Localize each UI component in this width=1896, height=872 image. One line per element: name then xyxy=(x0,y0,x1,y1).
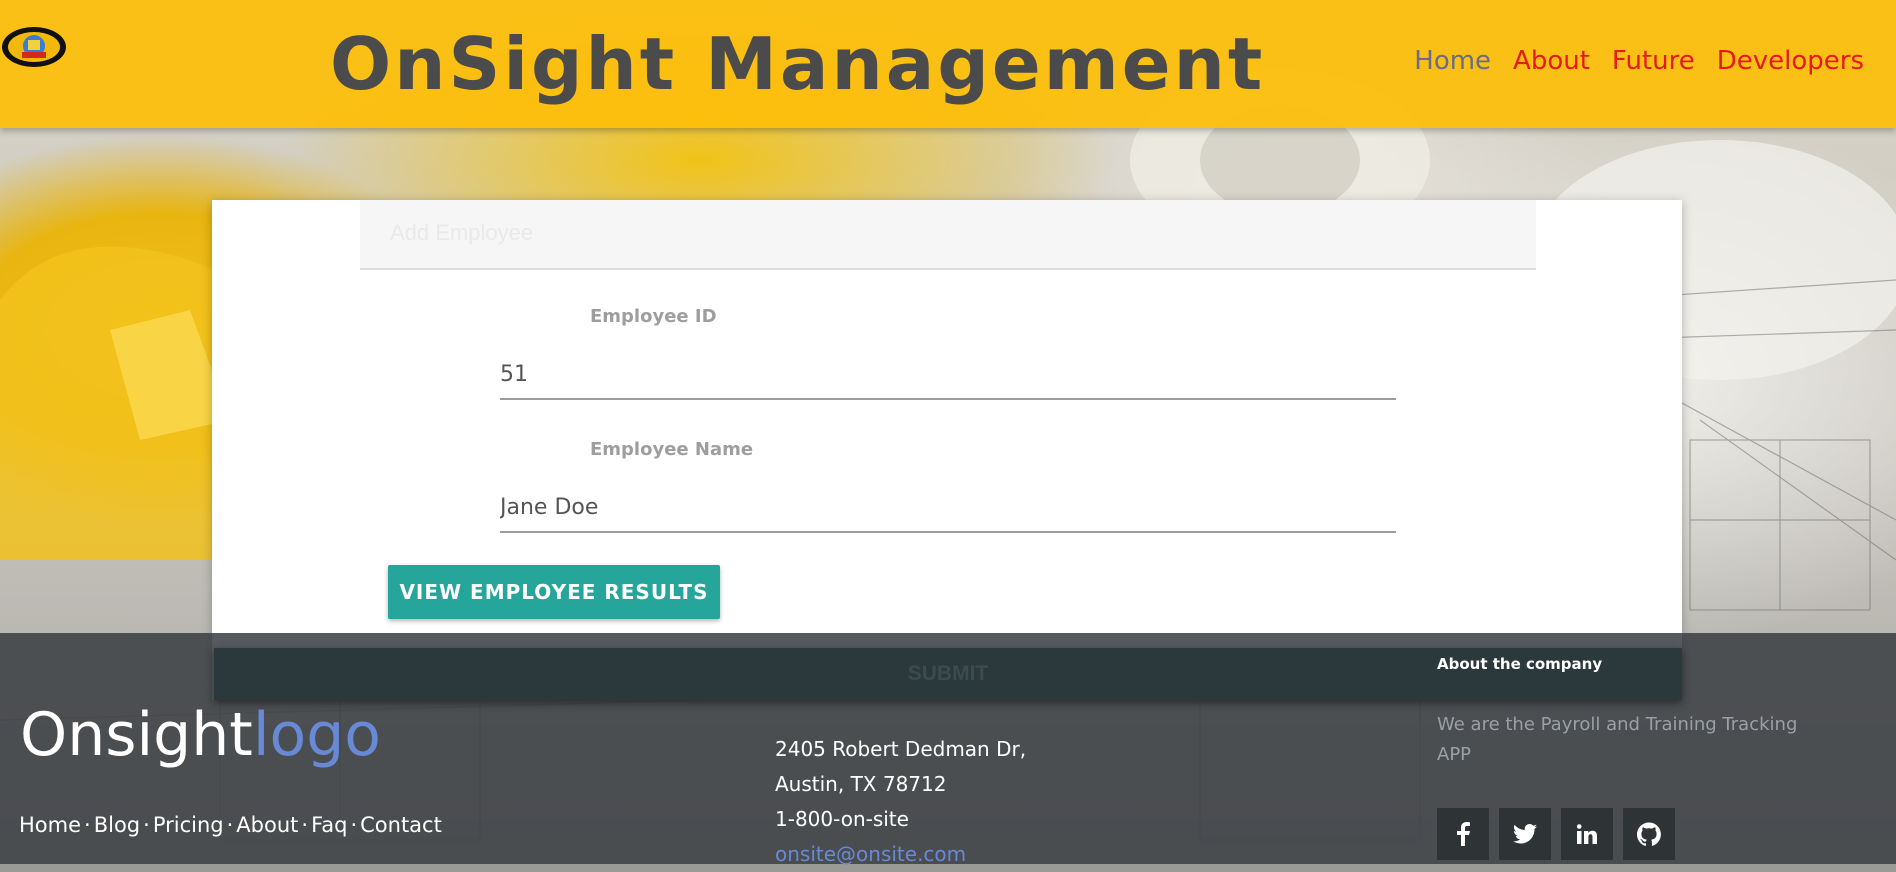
address-line-2: Austin, TX 78712 xyxy=(775,772,947,796)
footer-link-separator: · xyxy=(84,813,91,837)
employee-id-label: Employee ID xyxy=(590,306,717,327)
facebook-icon[interactable] xyxy=(1437,808,1489,860)
about-company-text: We are the Payroll and Training Tracking… xyxy=(1437,714,1798,765)
social-links xyxy=(1437,808,1675,860)
footer-link-blog[interactable]: Blog xyxy=(94,813,140,837)
footer-links: Home · Blog · Pricing · About · Faq · Contact xyxy=(19,813,442,837)
github-icon[interactable] xyxy=(1623,808,1675,860)
employee-name-input[interactable] xyxy=(500,483,1396,533)
footer-link-separator: · xyxy=(143,813,150,837)
page-title: OnSight Management xyxy=(330,22,1266,106)
footer-link-separator: · xyxy=(350,813,358,837)
form-header-label: Add Employee xyxy=(390,220,534,245)
footer-link-home[interactable]: Home xyxy=(19,813,81,837)
employee-id-input[interactable] xyxy=(500,350,1396,400)
main-nav: Home About Future Developers xyxy=(1414,46,1864,76)
nav-about-link[interactable]: About xyxy=(1513,46,1590,76)
footer-contact: 2405 Robert Dedman Dr, Austin, TX 78712 … xyxy=(775,732,1026,872)
email-link[interactable]: onsite@onsite.com xyxy=(775,842,966,866)
footer-link-faq[interactable]: Faq xyxy=(311,813,347,837)
footer-brand: Onsightlogo xyxy=(20,700,381,770)
nav-developers-link[interactable]: Developers xyxy=(1717,46,1864,76)
about-company-heading: About the company xyxy=(1437,655,1603,673)
linkedin-icon[interactable] xyxy=(1561,808,1613,860)
twitter-icon[interactable] xyxy=(1499,808,1551,860)
footer-link-contact[interactable]: Contact xyxy=(360,813,442,837)
nav-future-link[interactable]: Future xyxy=(1612,46,1695,76)
top-navbar: OnSight Management Home About Future Dev… xyxy=(0,0,1896,128)
employee-name-label: Employee Name xyxy=(590,439,754,460)
form-header: Add Employee xyxy=(360,200,1536,270)
nav-home-link[interactable]: Home xyxy=(1414,46,1491,76)
phone-number: 1-800-on-site xyxy=(775,807,909,831)
address-line-1: 2405 Robert Dedman Dr, xyxy=(775,737,1027,761)
footer-brand-text: Onsight xyxy=(20,700,253,770)
view-employee-results-button[interactable]: VIEW EMPLOYEE RESULTS xyxy=(388,565,720,619)
footer-link-separator: · xyxy=(301,813,309,837)
footer-link-about[interactable]: About xyxy=(236,813,298,837)
footer-brand-accent: logo xyxy=(252,700,382,770)
employee-form-card: Add Employee Employee ID Employee Name V… xyxy=(212,200,1682,700)
onsight-logo[interactable] xyxy=(0,24,68,70)
footer-link-separator: · xyxy=(226,813,234,837)
footer-link-pricing[interactable]: Pricing xyxy=(153,813,224,837)
